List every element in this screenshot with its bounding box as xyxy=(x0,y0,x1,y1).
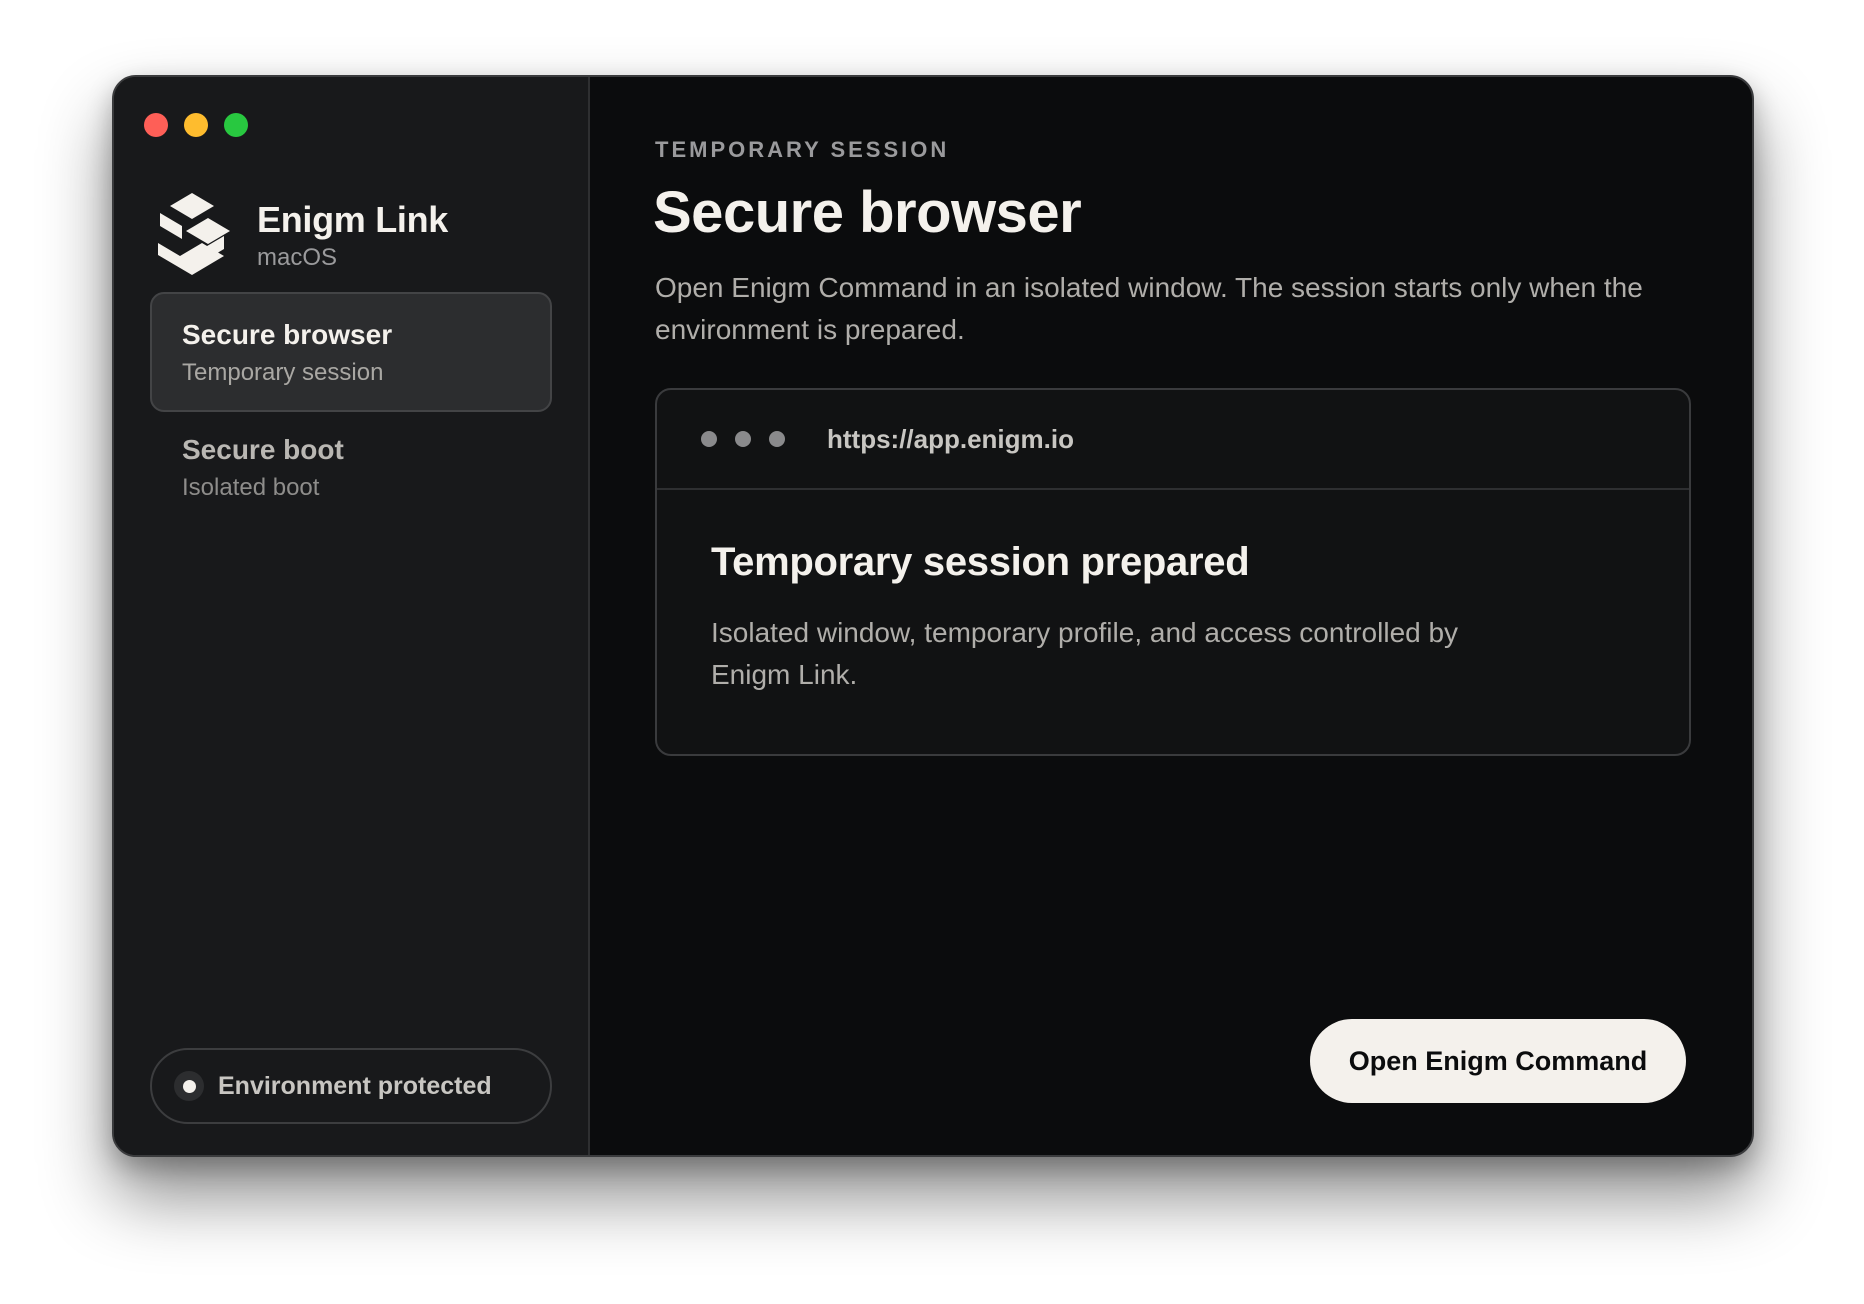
app-platform: macOS xyxy=(257,244,338,271)
preview-body: Temporary session prepared Isolated wind… xyxy=(657,490,1689,744)
brand: Enigm Link macOS xyxy=(152,193,448,279)
browser-preview-card: https://app.enigm.io Temporary session p… xyxy=(655,388,1691,756)
app-window: Enigm Link macOS Secure browser Temporar… xyxy=(112,75,1754,1157)
sidebar: Enigm Link macOS Secure browser Temporar… xyxy=(114,77,590,1155)
app-name: Enigm Link xyxy=(257,199,449,240)
sidebar-item-title: Secure browser xyxy=(182,319,393,350)
zoom-window-button[interactable] xyxy=(224,113,248,137)
page-description: Open Enigm Command in an isolated window… xyxy=(655,272,1643,345)
minimize-window-button[interactable] xyxy=(184,113,208,137)
sidebar-item-title: Secure boot xyxy=(182,434,344,465)
enigm-logo-icon xyxy=(158,193,230,275)
window-controls xyxy=(144,113,248,137)
preview-text: Isolated window, temporary profile, and … xyxy=(711,617,1459,690)
main-content: TEMPORARY SESSION Secure browser Open En… xyxy=(590,77,1752,1155)
status-label: Environment protected xyxy=(218,1071,492,1100)
page-title: Secure browser xyxy=(653,180,1082,245)
preview-address-bar: https://app.enigm.io xyxy=(657,390,1689,490)
sidebar-item-subtitle: Isolated boot xyxy=(182,474,320,501)
preview-url: https://app.enigm.io xyxy=(827,423,1074,454)
environment-status-badge: Environment protected xyxy=(150,1048,552,1124)
close-window-button[interactable] xyxy=(144,113,168,137)
preview-heading: Temporary session prepared xyxy=(711,540,1250,584)
open-enigm-command-button[interactable]: Open Enigm Command xyxy=(1310,1019,1686,1103)
sidebar-item-subtitle: Temporary session xyxy=(182,359,384,386)
sidebar-item-secure-boot[interactable]: Secure boot Isolated boot xyxy=(150,407,552,527)
status-dot-icon xyxy=(174,1071,204,1101)
sidebar-item-secure-browser[interactable]: Secure browser Temporary session xyxy=(150,292,552,412)
preview-dots-icon xyxy=(701,431,785,447)
section-eyebrow: TEMPORARY SESSION xyxy=(655,137,950,162)
